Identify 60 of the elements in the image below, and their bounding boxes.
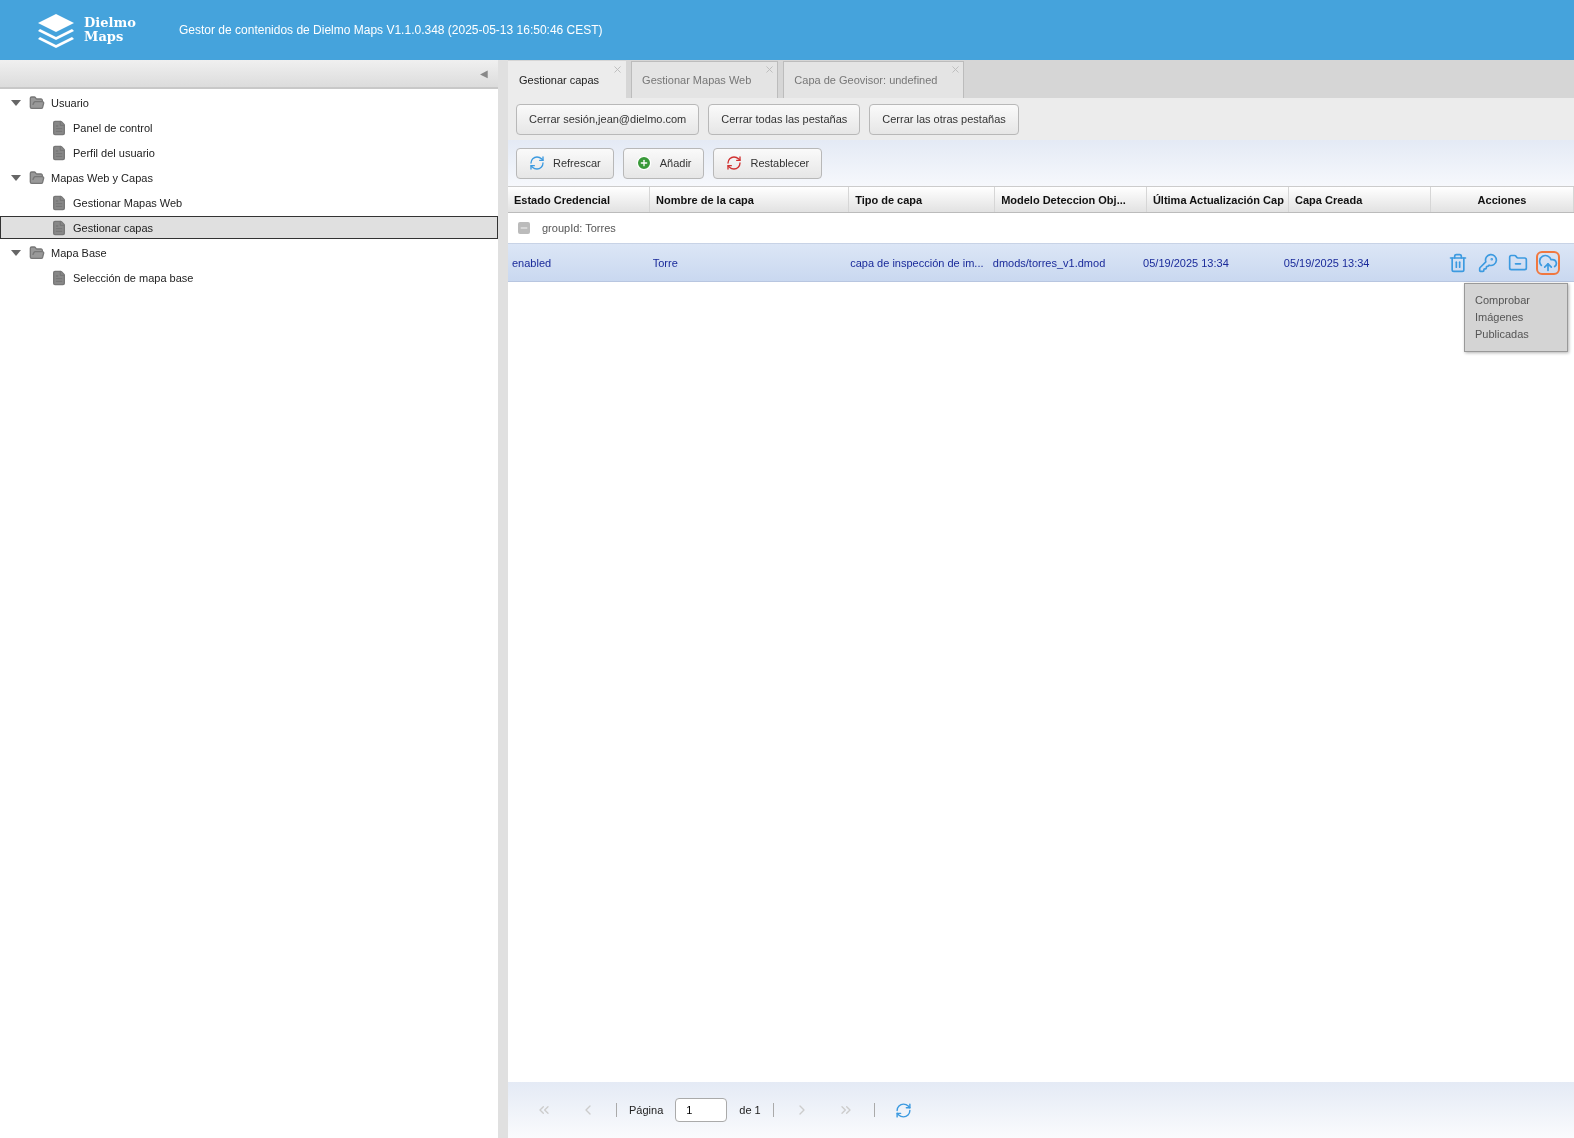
document-icon	[51, 119, 67, 136]
reset-button[interactable]: Restablecer	[713, 147, 823, 179]
refresh-button[interactable]: Refrescar	[516, 147, 614, 179]
caret-icon[interactable]	[11, 97, 21, 108]
app-title: Gestor de contenidos de Dielmo Maps V1.1.0.348 (2025-05-13 16:50:46 CEST)	[179, 23, 603, 37]
folder-icon	[1508, 252, 1528, 273]
add-button[interactable]: Añadir	[622, 147, 705, 179]
caret-icon[interactable]	[11, 172, 21, 183]
session-button[interactable]: Cerrar las otras pestañas	[869, 103, 1019, 135]
column-header[interactable]: Acciones	[1431, 187, 1574, 212]
session-button[interactable]: Cerrar todas las pestañas	[708, 103, 861, 135]
table-cell-text: enabled	[511, 256, 553, 269]
folder-icon	[29, 169, 45, 186]
tab[interactable]: Gestionar Mapas Web	[631, 61, 779, 98]
page-input[interactable]: 1	[675, 1098, 728, 1122]
trash-icon	[1448, 252, 1468, 273]
folder-icon	[29, 94, 45, 111]
table-row[interactable]: enabled Torre capa de inspección de im... dmods/torres_v1.dmod 05/19/2025 13:34 05/19/2025 13:34	[508, 244, 1574, 282]
tab[interactable]: Gestionar capas	[508, 61, 627, 98]
plus-icon	[635, 155, 652, 171]
column-header[interactable]: Última Actualización Cap	[1146, 187, 1289, 212]
page-count: de 1	[739, 1104, 761, 1116]
table-cell-text: capa de inspección de im...	[849, 256, 985, 269]
refresh-icon	[894, 1101, 912, 1119]
tree-item[interactable]: Mapa Base	[0, 241, 498, 264]
tree-item[interactable]: Usuario	[0, 91, 498, 114]
table-cell-text: 05/19/2025 13:34	[1282, 256, 1371, 269]
caret-icon[interactable]	[11, 247, 21, 258]
document-icon	[51, 144, 67, 161]
cloud-upload-icon	[1538, 252, 1558, 273]
table-cell-text: Torre	[651, 256, 679, 269]
session-button[interactable]: Cerrar sesión,jean@dielmo.com	[516, 103, 700, 135]
column-header[interactable]: Nombre de la capa	[650, 187, 850, 212]
document-icon	[51, 269, 67, 286]
key-icon	[1478, 252, 1498, 273]
column-header[interactable]: Modelo Deteccion Obj...	[995, 187, 1147, 212]
group-label: groupId: Torres	[542, 222, 616, 234]
table-cell-text: dmods/torres_v1.dmod	[991, 256, 1107, 269]
folder-icon	[29, 244, 45, 261]
column-header[interactable]: Capa Creada	[1289, 187, 1432, 212]
tooltip: Comprobar Imágenes Publicadas	[1464, 283, 1568, 352]
reset-icon	[726, 155, 743, 171]
tree-item[interactable]: Gestionar Mapas Web	[0, 191, 498, 214]
tree-item[interactable]: Panel de control	[0, 116, 498, 139]
column-header[interactable]: Tipo de capa	[849, 187, 996, 212]
tab[interactable]: Capa de Geovisor: undefined	[783, 61, 965, 98]
document-icon	[51, 194, 67, 211]
collapse-icon[interactable]	[518, 222, 530, 234]
tree-item[interactable]: Mapas Web y Capas	[0, 166, 498, 189]
column-header[interactable]: Estado Credencial	[508, 187, 651, 212]
tree-item[interactable]: Perfil del usuario	[0, 141, 498, 164]
stacked-layers-icon	[36, 12, 76, 48]
document-icon	[51, 219, 67, 236]
tree-item[interactable]: Gestionar capas	[0, 216, 498, 239]
page-label: Página	[629, 1104, 664, 1116]
table-cell-text: 05/19/2025 13:34	[1142, 256, 1230, 269]
upload-button[interactable]	[1536, 250, 1560, 275]
tree-item[interactable]: Selección de mapa base	[0, 266, 498, 289]
refresh-icon	[529, 155, 545, 171]
splitter[interactable]	[498, 60, 508, 1138]
